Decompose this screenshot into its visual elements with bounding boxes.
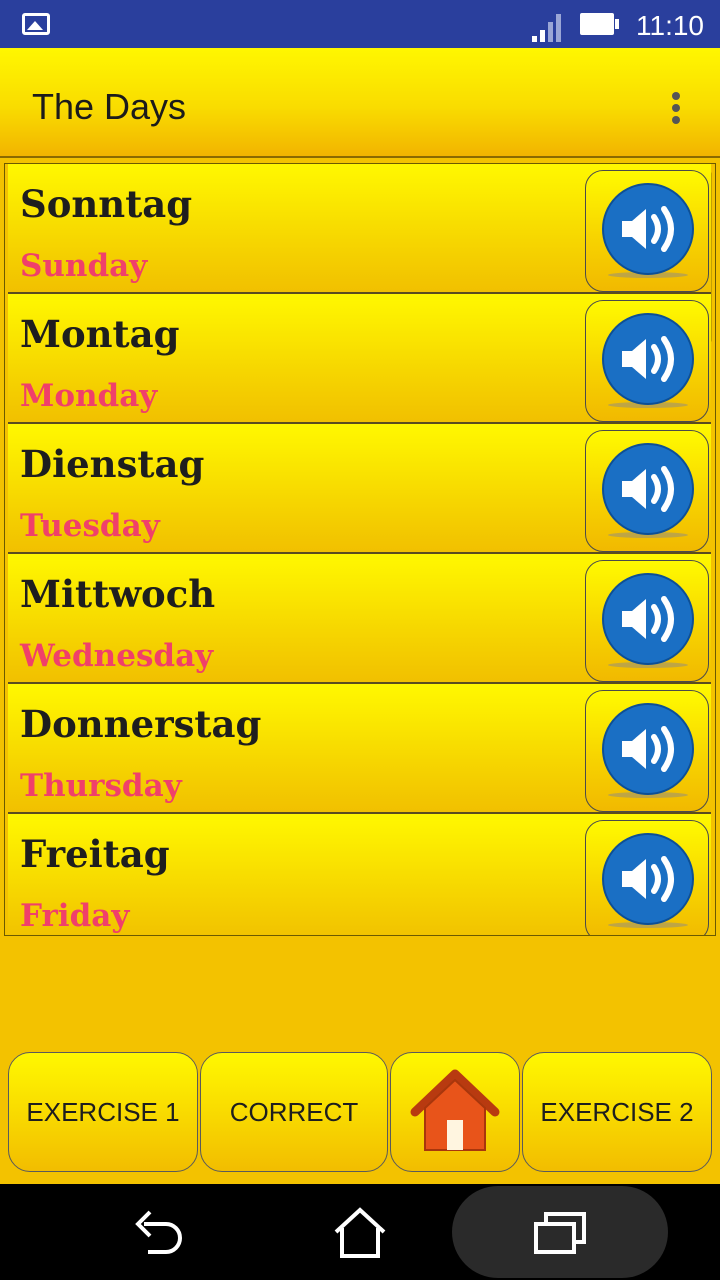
- english-word: Friday: [20, 898, 130, 934]
- speaker-icon: [602, 703, 694, 798]
- more-vert-icon[interactable]: [670, 92, 682, 128]
- list-item: Sonntag Sunday: [8, 164, 711, 294]
- status-clock: 11:10: [636, 10, 704, 41]
- german-word: Mittwoch: [20, 572, 216, 616]
- play-sound-button[interactable]: [585, 430, 709, 552]
- english-word: Thursday: [20, 768, 182, 804]
- days-list[interactable]: Sonntag Sunday Montag Monday Dienstag Tu…: [4, 163, 716, 936]
- german-word: Freitag: [20, 832, 170, 876]
- page-title: The Days: [32, 86, 187, 127]
- gallery-icon: [22, 13, 50, 35]
- speaker-icon: [602, 573, 694, 668]
- speaker-icon: [602, 833, 694, 928]
- list-item: Dienstag Tuesday: [8, 424, 711, 554]
- speaker-icon: [602, 313, 694, 408]
- german-word: Donnerstag: [20, 702, 262, 746]
- home-nav-icon[interactable]: [330, 1204, 390, 1260]
- back-icon[interactable]: [130, 1208, 190, 1258]
- battery-icon: [580, 13, 619, 35]
- correct-button[interactable]: CORRECT: [200, 1052, 388, 1172]
- play-sound-button[interactable]: [585, 170, 709, 292]
- german-word: Dienstag: [20, 442, 205, 486]
- app-bar: The Days: [0, 48, 720, 158]
- home-icon: [410, 1069, 500, 1151]
- signal-icon: [532, 14, 561, 42]
- list-item: Freitag Friday: [8, 814, 711, 935]
- navigation-bar: [0, 1184, 720, 1280]
- bottom-button-bar: EXERCISE 1 CORRECT EXERCISE 2: [0, 1050, 720, 1174]
- play-sound-button[interactable]: [585, 820, 709, 935]
- play-sound-button[interactable]: [585, 560, 709, 682]
- english-word: Sunday: [20, 248, 148, 284]
- list-item: Montag Monday: [8, 294, 711, 424]
- german-word: Sonntag: [20, 182, 193, 226]
- exercise-2-button[interactable]: EXERCISE 2: [522, 1052, 712, 1172]
- play-sound-button[interactable]: [585, 690, 709, 812]
- list-item: Mittwoch Wednesday: [8, 554, 711, 684]
- play-sound-button[interactable]: [585, 300, 709, 422]
- home-button[interactable]: [390, 1052, 520, 1172]
- list-item: Donnerstag Thursday: [8, 684, 711, 814]
- status-bar: 11:10: [0, 0, 720, 48]
- english-word: Monday: [20, 378, 158, 414]
- english-word: Wednesday: [20, 638, 214, 674]
- speaker-icon: [602, 443, 694, 538]
- recents-icon[interactable]: [530, 1210, 590, 1256]
- speaker-icon: [602, 183, 694, 278]
- exercise-1-button[interactable]: EXERCISE 1: [8, 1052, 198, 1172]
- english-word: Tuesday: [20, 508, 160, 544]
- german-word: Montag: [20, 312, 180, 356]
